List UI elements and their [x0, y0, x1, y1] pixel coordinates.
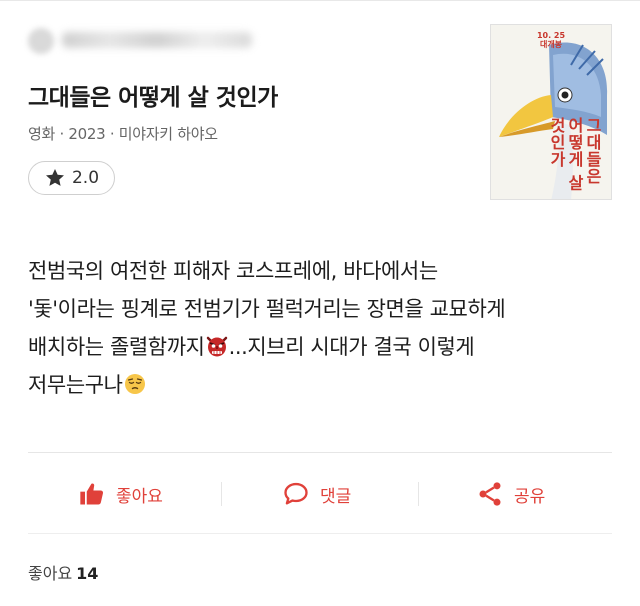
comment-button-label: 댓글: [320, 486, 352, 507]
top-border: [0, 0, 640, 1]
divider: [28, 452, 612, 453]
movie-poster[interactable]: 10. 25 대개봉 그대들은 어떻게 살것인가: [490, 24, 612, 200]
star-icon: [45, 169, 64, 186]
likes-label: 좋아요: [28, 564, 73, 583]
likes-number: 14: [76, 564, 99, 583]
goblin-mask-emoji: [206, 336, 227, 357]
share-icon: [479, 482, 501, 506]
review-line-text: 저무는구나: [28, 373, 123, 397]
share-button[interactable]: 공유: [476, 472, 545, 516]
review-line-text: 배치하는 졸렬함까지: [28, 335, 205, 359]
movie-title[interactable]: 그대들은 어떻게 살 것인가: [28, 78, 278, 112]
rating-value: 2.0: [71, 168, 100, 188]
pensive-face-emoji: [124, 374, 145, 394]
review-line-text: ...지브리 시대가 결국 이렇게: [228, 335, 475, 359]
author-row[interactable]: [28, 28, 258, 56]
action-separator: [418, 482, 419, 506]
speech-bubble-icon: [284, 482, 308, 505]
rating-badge: 2.0: [28, 161, 115, 195]
poster-date-line2: 대개봉: [539, 40, 563, 49]
movie-meta: 영화 · 2023 · 미야자키 하야오: [28, 125, 218, 143]
action-bar: 좋아요 댓글 공유: [28, 472, 612, 516]
thumbs-up-icon: [80, 483, 104, 505]
poster-date-line1: 10. 25: [536, 31, 566, 40]
share-button-label: 공유: [514, 486, 546, 507]
blurred-username[interactable]: [62, 32, 252, 48]
review-line: 배치하는 졸렬함까지 ...지브리 시대가 결국 이렇게: [28, 328, 613, 366]
review-line: '돛'이라는 핑계로 전범기가 펄럭거리는 장면을 교묘하게: [28, 297, 506, 321]
divider: [28, 533, 612, 534]
comment-button[interactable]: 댓글: [282, 472, 351, 516]
poster-date: 10. 25 대개봉: [491, 31, 611, 49]
review-line: 저무는구나: [28, 366, 613, 404]
review-line: 전범국의 여전한 피해자 코스프레에, 바다에서는: [28, 259, 438, 283]
like-button[interactable]: 좋아요: [78, 472, 163, 516]
like-button-label: 좋아요: [116, 486, 163, 507]
avatar[interactable]: [28, 28, 54, 54]
likes-count[interactable]: 좋아요 14: [28, 560, 98, 584]
review-body: 전범국의 여전한 피해자 코스프레에, 바다에서는 '돛'이라는 핑계로 전범기…: [28, 252, 613, 404]
action-separator: [221, 482, 222, 506]
poster-title: 그대들은 어떻게 살것인가: [547, 117, 602, 192]
